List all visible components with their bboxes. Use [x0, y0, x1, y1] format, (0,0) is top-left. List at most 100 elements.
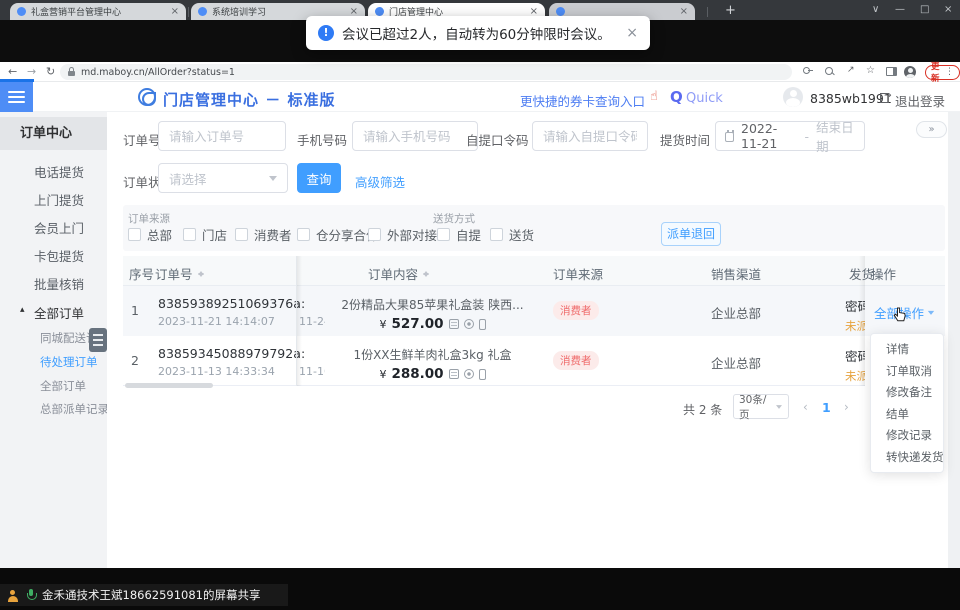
pickup-time-label: 提货时间 — [660, 130, 710, 149]
col-seq: 序号 — [129, 264, 154, 283]
menu-item-close-order[interactable]: 结单 — [871, 404, 943, 426]
checkbox[interactable] — [490, 228, 503, 241]
actions-dropdown-menu: 详情 订单取消 修改备注 结单 修改记录 转快递发货 — [870, 333, 944, 473]
menu-item-detail[interactable]: 详情 — [871, 339, 943, 361]
filter-collapse-button[interactable]: » — [916, 121, 947, 138]
order-source-label: 订单来源 — [128, 211, 170, 226]
checkbox[interactable] — [368, 228, 381, 241]
menu-item-cancel-order[interactable]: 订单取消 — [871, 361, 943, 383]
sidebar-item-phone-pickup[interactable]: 电话提货 — [34, 162, 84, 181]
checkbox[interactable] — [235, 228, 248, 241]
order-time: 2023-11-13 14:33:34 — [158, 365, 301, 378]
col-order-no: 订单号 — [155, 264, 205, 283]
phone-input[interactable] — [352, 121, 478, 151]
profile-avatar-icon[interactable] — [904, 66, 916, 78]
lock-icon — [68, 71, 75, 76]
page-size-value: 30条/页 — [739, 392, 775, 422]
table-row[interactable]: 1 83859389251069376a 2023-11-21 14:14:07… — [123, 286, 945, 336]
pickup-code-input[interactable] — [532, 121, 648, 151]
checkbox-self-pickup: 自提 — [437, 225, 481, 244]
clipped-date: 11-16 — [299, 365, 325, 378]
tab-separator — [707, 7, 708, 17]
sidebar-toggle-button[interactable] — [0, 82, 33, 112]
sidebar-item-card-pickup[interactable]: 卡包提货 — [34, 246, 84, 265]
checkbox[interactable] — [183, 228, 196, 241]
prev-page-button[interactable]: ‹ — [803, 400, 808, 414]
side-panel-icon[interactable] — [886, 67, 897, 76]
sort-icon[interactable] — [197, 268, 205, 280]
chrome-update-button[interactable]: 更新 ⋮ — [925, 65, 960, 80]
sidebar-item-door-pickup[interactable]: 上门提货 — [34, 190, 84, 209]
table-row[interactable]: 2 83859345088979792a 2023-11-13 14:33:34… — [123, 336, 945, 386]
order-no-input[interactable] — [158, 121, 286, 151]
tab-favicon — [198, 7, 207, 16]
page-size-select[interactable]: 30条/页 — [733, 394, 789, 419]
sidebar-collapse-handle[interactable] — [89, 328, 107, 352]
browser-tab-1[interactable]: 礼盒营销平台管理中心 × — [10, 3, 186, 20]
sidebar-section-order-center[interactable]: 订单中心 — [0, 117, 107, 150]
presenter-icon — [6, 589, 19, 602]
window-maximize-icon[interactable]: □ — [920, 4, 929, 15]
group-expand-icon[interactable]: ▴ — [20, 305, 25, 315]
dispatch-return-button[interactable]: 派单退回 — [661, 222, 721, 246]
sidebar-subitem-hq-dispatch-log[interactable]: 总部派单记录 — [40, 401, 109, 417]
horizontal-scrollbar-thumb[interactable] — [125, 383, 213, 388]
url-text: md.maboy.cn/AllOrder?status=1 — [81, 67, 235, 78]
share-icon[interactable]: ↗ — [847, 65, 855, 75]
coupon-query-link[interactable]: 更快捷的券卡查询入口 — [520, 91, 645, 110]
sidebar: 订单中心 电话提货 上门提货 会员上门 卡包提货 批量核销 ▴ 全部订单 同城配… — [0, 112, 107, 568]
window-close-icon[interactable]: × — [944, 4, 952, 15]
date-range-picker[interactable]: 2022-11-21 - 结束日期 — [715, 121, 865, 151]
bookmark-star-icon[interactable]: ☆ — [866, 65, 875, 76]
next-page-button[interactable]: › — [844, 400, 849, 414]
menu-item-edit-remark[interactable]: 修改备注 — [871, 382, 943, 404]
new-tab-button[interactable]: + — [725, 3, 736, 18]
chevron-down-icon — [776, 405, 782, 412]
sidebar-group-all-orders[interactable]: 全部订单 — [34, 303, 84, 322]
quick-logo-icon[interactable]: Q — [670, 88, 683, 106]
sidebar-item-batch-verify[interactable]: 批量核销 — [34, 274, 84, 293]
menu-item-edit-history[interactable]: 修改记录 — [871, 425, 943, 447]
col-label: 销售渠道 — [711, 264, 761, 283]
mic-icon — [26, 589, 35, 602]
receipt-icon — [449, 369, 459, 379]
order-status-select[interactable]: 请选择 — [158, 163, 288, 193]
search-button[interactable]: 查询 — [297, 163, 341, 193]
tab-close-icon[interactable]: × — [171, 6, 179, 17]
currency-symbol: ¥ — [379, 318, 386, 331]
zoom-icon[interactable] — [825, 67, 835, 77]
end-date-placeholder: 结束日期 — [816, 117, 855, 155]
quick-link[interactable]: Quick — [686, 91, 723, 106]
menu-item-to-express[interactable]: 转快递发货 — [871, 447, 943, 469]
order-time: 2023-11-21 14:14:07 — [158, 315, 301, 328]
package-icon — [464, 369, 474, 379]
checkbox[interactable] — [437, 228, 450, 241]
current-page[interactable]: 1 — [822, 400, 831, 415]
logout-button[interactable]: 退出登录 — [895, 91, 945, 110]
receipt-icon — [449, 319, 459, 329]
window-minimize-icon[interactable]: — — [895, 4, 905, 15]
user-avatar[interactable] — [783, 87, 803, 107]
phone-label: 手机号码 — [297, 130, 347, 149]
sidebar-subitem-all-orders[interactable]: 全部订单 — [40, 378, 86, 394]
tab-close-icon[interactable]: × — [680, 6, 688, 17]
refresh-icon[interactable]: ↻ — [46, 65, 55, 78]
toast-close-icon[interactable]: × — [626, 25, 638, 41]
sales-channel: 企业总部 — [711, 303, 761, 322]
kebab-menu-icon[interactable]: ⋮ — [945, 67, 954, 77]
order-content: 2份精品大果85苹果礼盒装 陕西... — [330, 296, 535, 313]
key-icon[interactable] — [803, 67, 813, 77]
sidebar-item-member-visit[interactable]: 会员上门 — [34, 218, 84, 237]
advanced-filter-link[interactable]: 高级筛选 — [355, 172, 405, 191]
forward-icon[interactable]: → — [27, 65, 36, 78]
col-label: 订单号 — [155, 264, 193, 283]
sidebar-subitem-pending-orders[interactable]: 待处理订单 — [40, 354, 98, 370]
checkbox[interactable] — [297, 228, 310, 241]
start-date-value: 2022-11-21 — [741, 121, 798, 151]
checkbox[interactable] — [128, 228, 141, 241]
col-source: 订单来源 — [553, 264, 603, 283]
back-icon[interactable]: ← — [8, 65, 17, 78]
window-menu-icon[interactable]: ∨ — [872, 4, 879, 15]
address-bar[interactable]: md.maboy.cn/AllOrder?status=1 — [60, 64, 792, 80]
sort-icon[interactable] — [422, 268, 430, 280]
